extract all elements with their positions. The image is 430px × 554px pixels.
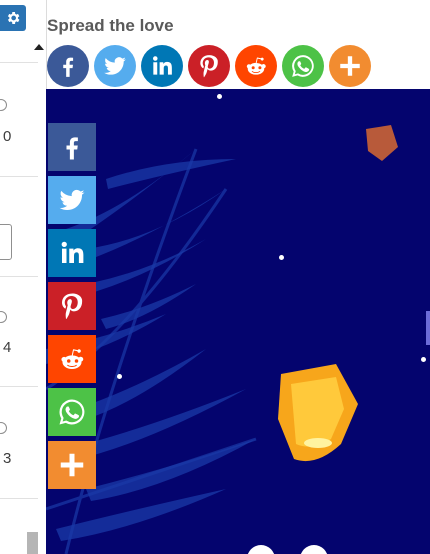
star — [217, 94, 222, 99]
settings-button[interactable] — [0, 5, 26, 31]
value-text: 0 — [3, 128, 12, 145]
twitter-share-button[interactable] — [94, 45, 136, 87]
facebook-share-button[interactable] — [47, 45, 89, 87]
value-text: 4 — [3, 339, 12, 356]
linkedin-icon — [153, 56, 172, 75]
linkedin-share-button[interactable] — [141, 45, 183, 87]
text-input[interactable] — [0, 224, 12, 260]
share-buttons-row — [47, 45, 371, 87]
scrollbar-thumb[interactable] — [27, 532, 38, 554]
more-share-button[interactable] — [329, 45, 371, 87]
reddit-icon — [246, 57, 266, 75]
divider — [0, 276, 38, 277]
twitter-share-button[interactable] — [48, 176, 96, 224]
pinterest-share-button[interactable] — [48, 282, 96, 330]
divider — [0, 386, 38, 387]
gear-icon — [7, 12, 20, 24]
star — [279, 255, 284, 260]
twitter-icon — [59, 189, 85, 211]
facebook-icon — [63, 57, 74, 77]
left-settings-panel: 0 4 3 — [0, 0, 47, 554]
facebook-icon — [66, 137, 78, 160]
divider — [0, 176, 38, 177]
plus-icon — [60, 453, 84, 477]
pinterest-icon — [200, 55, 218, 78]
share-heading: Spread the love — [47, 16, 174, 35]
star — [117, 374, 122, 379]
whatsapp-icon — [59, 399, 85, 425]
radio-option[interactable] — [0, 311, 7, 323]
linkedin-icon — [61, 241, 84, 263]
value-text: 3 — [3, 450, 12, 467]
reddit-icon — [61, 349, 84, 369]
more-share-button[interactable] — [48, 441, 96, 489]
hero-banner — [46, 89, 430, 554]
pinterest-share-button[interactable] — [188, 45, 230, 87]
reddit-share-button[interactable] — [48, 335, 96, 383]
scroll-up-arrow[interactable] — [34, 44, 44, 50]
star — [421, 357, 426, 362]
floating-share-bar — [48, 123, 96, 489]
facebook-share-button[interactable] — [48, 123, 96, 171]
whatsapp-share-button[interactable] — [48, 388, 96, 436]
radio-option[interactable] — [0, 422, 7, 434]
twitter-icon — [104, 57, 126, 75]
reddit-share-button[interactable] — [235, 45, 277, 87]
divider — [0, 498, 38, 499]
radio-option[interactable] — [0, 99, 7, 111]
linkedin-share-button[interactable] — [48, 229, 96, 277]
whatsapp-share-button[interactable] — [282, 45, 324, 87]
pinterest-icon — [62, 293, 83, 320]
divider — [0, 62, 38, 63]
lantern-illustration — [46, 125, 430, 554]
whatsapp-icon — [292, 55, 314, 77]
plus-icon — [340, 56, 360, 76]
